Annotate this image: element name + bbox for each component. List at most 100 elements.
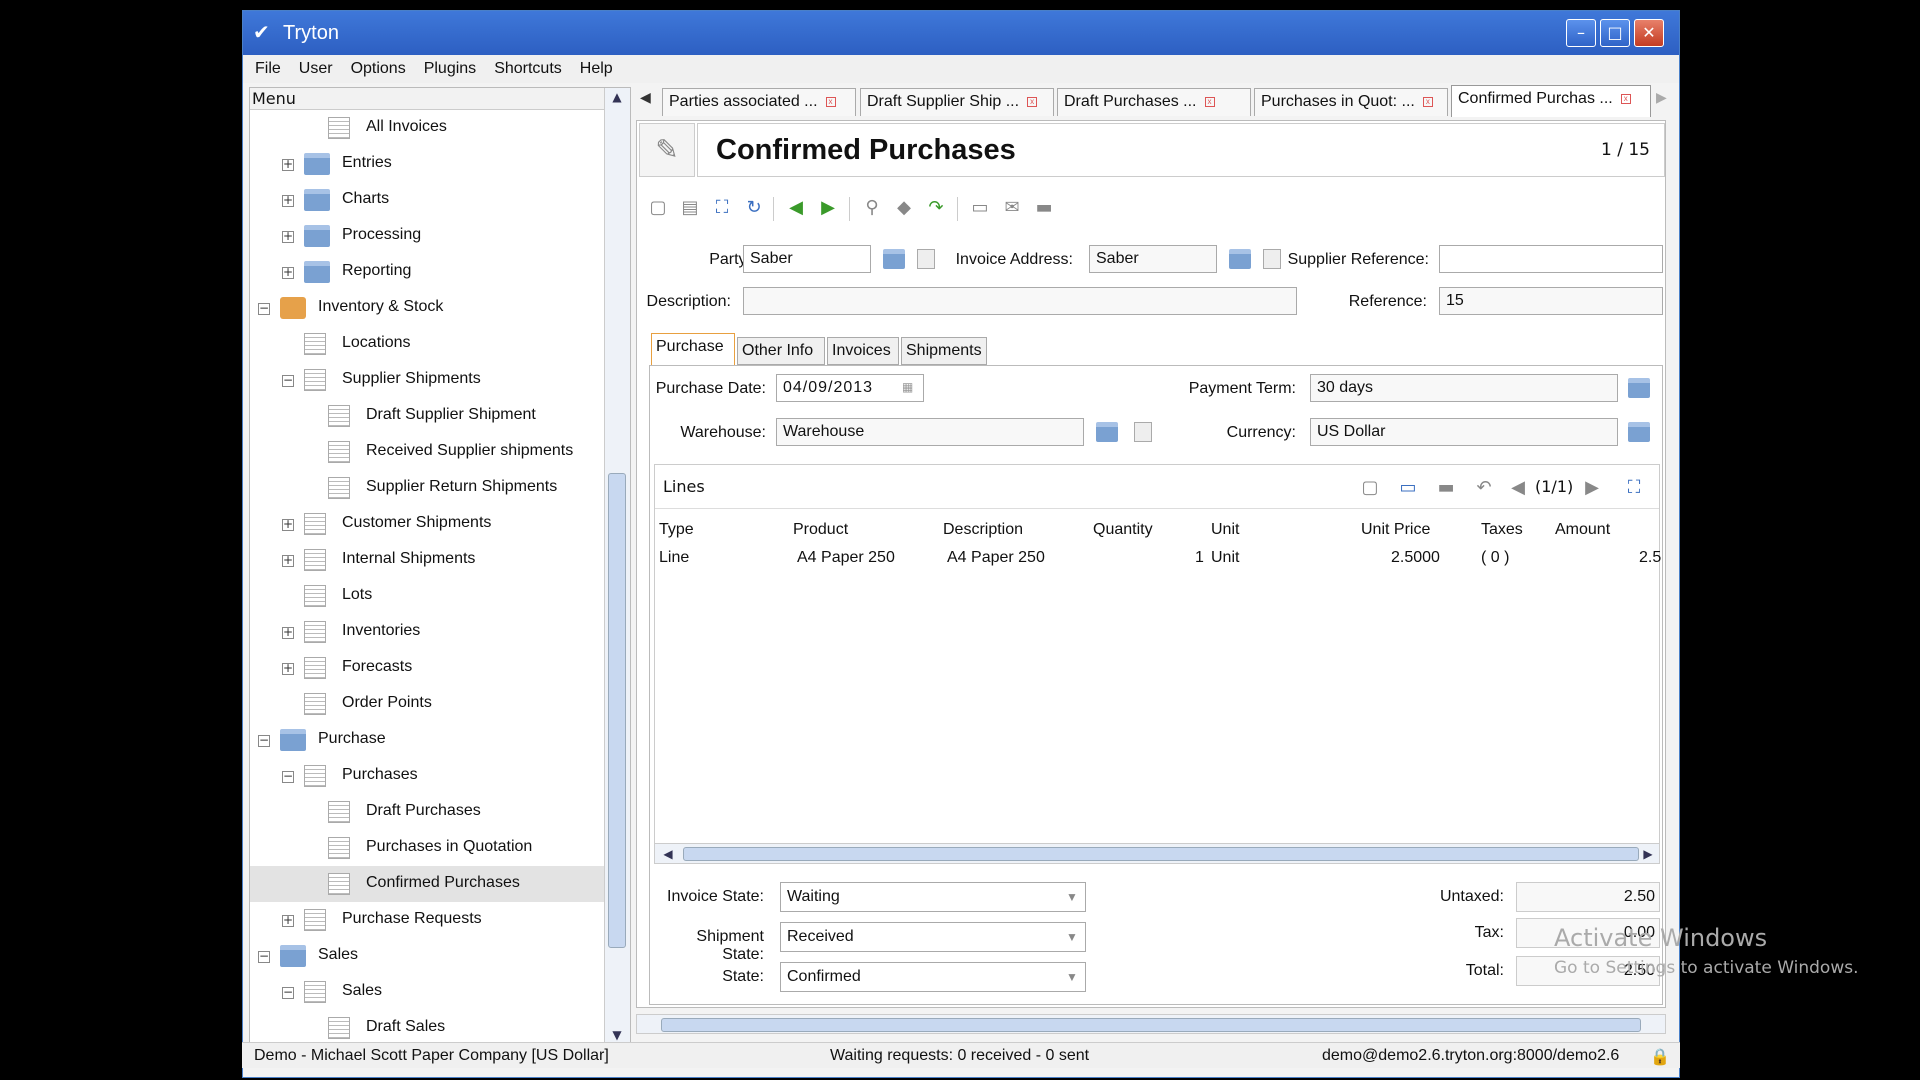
state-select[interactable]: Confirmed ▼ [780, 962, 1086, 992]
col-unit-price[interactable]: Unit Price [1361, 521, 1430, 539]
close-tab-icon[interactable]: x [1620, 93, 1631, 104]
tree-item[interactable]: Locations [250, 326, 604, 362]
delete-line-icon[interactable]: ▬ [1435, 477, 1457, 499]
supplier-reference-field[interactable] [1439, 245, 1663, 273]
reference-field[interactable]: 15 [1439, 287, 1663, 315]
tab-other-info[interactable]: Other Info [737, 337, 825, 365]
tree-item[interactable]: + Entries [250, 146, 604, 182]
invoice-address-field[interactable]: Saber [1089, 245, 1217, 273]
col-quantity[interactable]: Quantity [1093, 521, 1153, 539]
menu-options[interactable]: Options [342, 55, 415, 83]
reload-icon[interactable]: ↻ [743, 197, 765, 219]
lines-horizontal-scrollbar[interactable]: ◀ ▶ [655, 843, 1659, 863]
menu-file[interactable]: File [246, 55, 290, 83]
open-currency-icon[interactable] [1628, 422, 1650, 442]
save-icon[interactable]: ▤ [679, 197, 701, 219]
tab-invoices[interactable]: Invoices [827, 337, 899, 365]
expand-icon[interactable]: + [282, 914, 294, 927]
tree-item[interactable]: + Processing [250, 218, 604, 254]
tab-confirmed-purchases[interactable]: Confirmed Purchas ... x [1451, 85, 1651, 117]
open-warehouse-icon[interactable] [1096, 422, 1118, 442]
open-line-icon[interactable]: ▭ [1397, 477, 1419, 499]
relate-icon[interactable]: ↷ [925, 197, 947, 219]
tree-item[interactable]: + Reporting [250, 254, 604, 290]
close-window-button[interactable]: ✕ [1634, 19, 1664, 47]
collapse-icon[interactable]: − [258, 950, 270, 963]
next-line-icon[interactable]: ▶ [1581, 477, 1603, 499]
status-requests[interactable]: Waiting requests: 0 received - 0 sent [830, 1047, 1089, 1065]
new-record-icon[interactable]: ▢ [647, 197, 669, 219]
tree-item[interactable]: + Customer Shipments [250, 506, 604, 542]
tree-item[interactable]: Received Supplier shipments [250, 434, 604, 470]
tree-item[interactable]: All Invoices [250, 110, 604, 146]
tab-scroll-left-icon[interactable]: ◀ [640, 90, 651, 106]
scrollbar-thumb[interactable] [683, 847, 1639, 861]
tree-item[interactable]: Purchases in Quotation [250, 830, 604, 866]
menu-help[interactable]: Help [571, 55, 622, 83]
tree-item[interactable]: − Purchases [250, 758, 604, 794]
col-amount[interactable]: Amount [1555, 521, 1610, 539]
email-icon[interactable]: ✉ [1001, 197, 1023, 219]
maximize-button[interactable]: □ [1600, 19, 1630, 47]
attachment-icon[interactable]: ⚲ [861, 197, 883, 219]
tree-item[interactable]: − Purchase [250, 722, 604, 758]
shipment-state-select[interactable]: Received ▼ [780, 922, 1086, 952]
tab-scroll-right-icon[interactable]: ▶ [1656, 90, 1667, 106]
scroll-right-icon[interactable]: ▶ [1639, 844, 1657, 864]
tree-item[interactable]: + Inventories [250, 614, 604, 650]
new-line-icon[interactable]: ▢ [1359, 477, 1381, 499]
tree-item[interactable]: − Supplier Shipments [250, 362, 604, 398]
tree-item[interactable]: Confirmed Purchases [250, 866, 604, 902]
action-icon[interactable]: ◆ [893, 197, 915, 219]
tree-item[interactable]: Order Points [250, 686, 604, 722]
tab-draft-purchases[interactable]: Draft Purchases ... x [1057, 88, 1251, 116]
party-field[interactable]: Saber [743, 245, 871, 273]
tree-item[interactable]: Lots [250, 578, 604, 614]
expand-icon[interactable]: + [282, 554, 294, 567]
collapse-icon[interactable]: − [282, 770, 294, 783]
scrollbar-thumb[interactable] [661, 1018, 1641, 1032]
expand-icon[interactable]: + [282, 662, 294, 675]
col-taxes[interactable]: Taxes [1481, 521, 1523, 539]
title-bar[interactable]: ✔ Tryton – □ ✕ [243, 11, 1679, 55]
tab-purchase[interactable]: Purchase [651, 333, 735, 365]
expand-icon[interactable]: + [282, 266, 294, 279]
scroll-left-icon[interactable]: ◀ [659, 844, 677, 864]
expand-icon[interactable]: + [282, 158, 294, 171]
undo-line-icon[interactable]: ↶ [1473, 477, 1495, 499]
minimize-button[interactable]: – [1566, 19, 1596, 47]
tree-item[interactable]: + Forecasts [250, 650, 604, 686]
tree-item[interactable]: Draft Purchases [250, 794, 604, 830]
invoice-state-select[interactable]: Waiting ▼ [780, 882, 1086, 912]
open-payment-term-icon[interactable] [1628, 378, 1650, 398]
tree-item[interactable]: − Inventory & Stock [250, 290, 604, 326]
description-field[interactable] [743, 287, 1297, 315]
tree-item[interactable]: − Sales [250, 974, 604, 1010]
expand-icon[interactable]: + [282, 518, 294, 531]
scroll-up-icon[interactable]: ▲ [607, 90, 627, 110]
menu-user[interactable]: User [290, 55, 342, 83]
tree-item[interactable]: Draft Sales [250, 1010, 604, 1046]
switch-view-icon[interactable]: ⛶ [711, 197, 733, 219]
warehouse-field[interactable]: Warehouse [776, 418, 1084, 446]
next-record-icon[interactable]: ▶ [817, 197, 839, 219]
currency-field[interactable]: US Dollar [1310, 418, 1618, 446]
tab-parties[interactable]: Parties associated ... x [662, 88, 856, 116]
tree-item[interactable]: − Sales [250, 938, 604, 974]
menu-plugins[interactable]: Plugins [415, 55, 485, 83]
collapse-icon[interactable]: − [282, 986, 294, 999]
collapse-icon[interactable]: − [258, 302, 270, 315]
col-type[interactable]: Type [659, 521, 694, 539]
expand-icon[interactable]: + [282, 626, 294, 639]
tree-item[interactable]: + Charts [250, 182, 604, 218]
tree-item[interactable]: + Internal Shipments [250, 542, 604, 578]
previous-record-icon[interactable]: ◀ [785, 197, 807, 219]
close-tab-icon[interactable]: x [1027, 96, 1038, 107]
collapse-icon[interactable]: − [282, 374, 294, 387]
close-tab-icon[interactable]: x [1422, 96, 1433, 107]
scrollbar-thumb[interactable] [608, 473, 626, 948]
open-invoice-address-icon[interactable] [1229, 249, 1251, 269]
close-tab-icon[interactable]: x [825, 96, 836, 107]
payment-term-field[interactable]: 30 days [1310, 374, 1618, 402]
col-product[interactable]: Product [793, 521, 848, 539]
